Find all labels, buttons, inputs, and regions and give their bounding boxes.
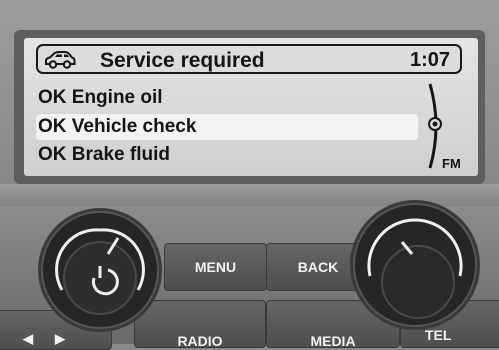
radio-console: Service required 1:07 OK Engine oil OK V…: [0, 0, 499, 350]
band-label: FM: [442, 156, 461, 171]
left-knob[interactable]: [36, 206, 164, 334]
list-item-vehicle-check[interactable]: OK Vehicle check: [36, 114, 418, 140]
menu-button-label: MENU: [194, 259, 237, 275]
right-knob[interactable]: [348, 198, 482, 332]
list-item-engine-oil[interactable]: OK Engine oil: [36, 85, 418, 111]
display-screen: Service required 1:07 OK Engine oil OK V…: [24, 38, 478, 176]
car-icon: [45, 51, 76, 69]
clock-time: 1:07: [409, 49, 450, 71]
seek-back-icon[interactable]: ◀: [23, 331, 33, 347]
list-item-brake-fluid[interactable]: OK Brake fluid: [36, 142, 418, 168]
screen-header: Service required 1:07: [36, 44, 462, 74]
media-button-label: MEDIA: [310, 333, 356, 349]
header-title: Service required: [100, 49, 265, 72]
radio-button-label: RADIO: [177, 333, 223, 349]
menu-button[interactable]: MENU: [164, 243, 267, 291]
back-button-label: BACK: [297, 259, 339, 275]
